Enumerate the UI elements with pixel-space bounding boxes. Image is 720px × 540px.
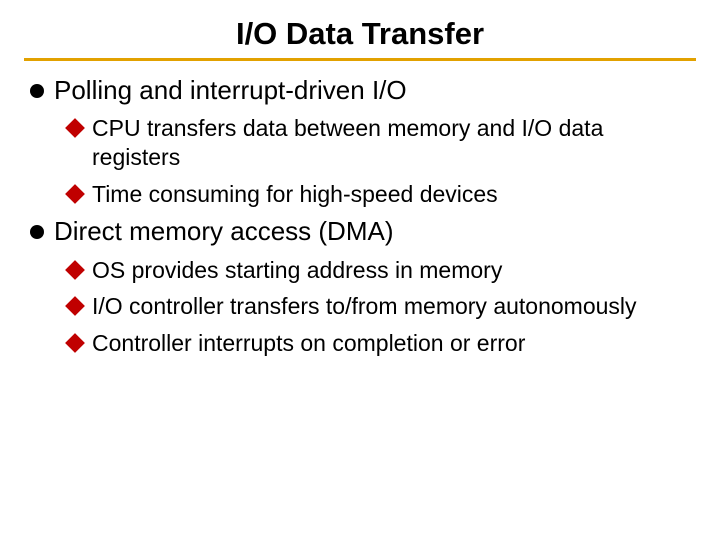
list-item: Time consuming for high-speed devices (68, 180, 696, 209)
list-item: Polling and interrupt-driven I/O (30, 75, 696, 106)
slide: I/O Data Transfer Polling and interrupt-… (0, 0, 720, 540)
disc-icon (30, 225, 44, 239)
list-item-label: Polling and interrupt-driven I/O (54, 75, 696, 106)
disc-icon (30, 84, 44, 98)
list-item-label: I/O controller transfers to/from memory … (92, 292, 696, 321)
title-rule (24, 58, 696, 61)
list-item: CPU transfers data between memory and I/… (68, 114, 696, 172)
diamond-icon (65, 118, 85, 138)
list-item: OS provides starting address in memory (68, 256, 696, 285)
diamond-icon (65, 333, 85, 353)
slide-title: I/O Data Transfer (24, 12, 696, 58)
diamond-icon (65, 296, 85, 316)
list-item-label: Time consuming for high-speed devices (92, 180, 696, 209)
list-item: Controller interrupts on completion or e… (68, 329, 696, 358)
list-item-label: OS provides starting address in memory (92, 256, 696, 285)
list-item: I/O controller transfers to/from memory … (68, 292, 696, 321)
diamond-icon (65, 184, 85, 204)
diamond-icon (65, 260, 85, 280)
list-item-label: CPU transfers data between memory and I/… (92, 114, 696, 172)
list-item-label: Direct memory access (DMA) (54, 216, 696, 247)
list-item: Direct memory access (DMA) (30, 216, 696, 247)
list-item-label: Controller interrupts on completion or e… (92, 329, 696, 358)
